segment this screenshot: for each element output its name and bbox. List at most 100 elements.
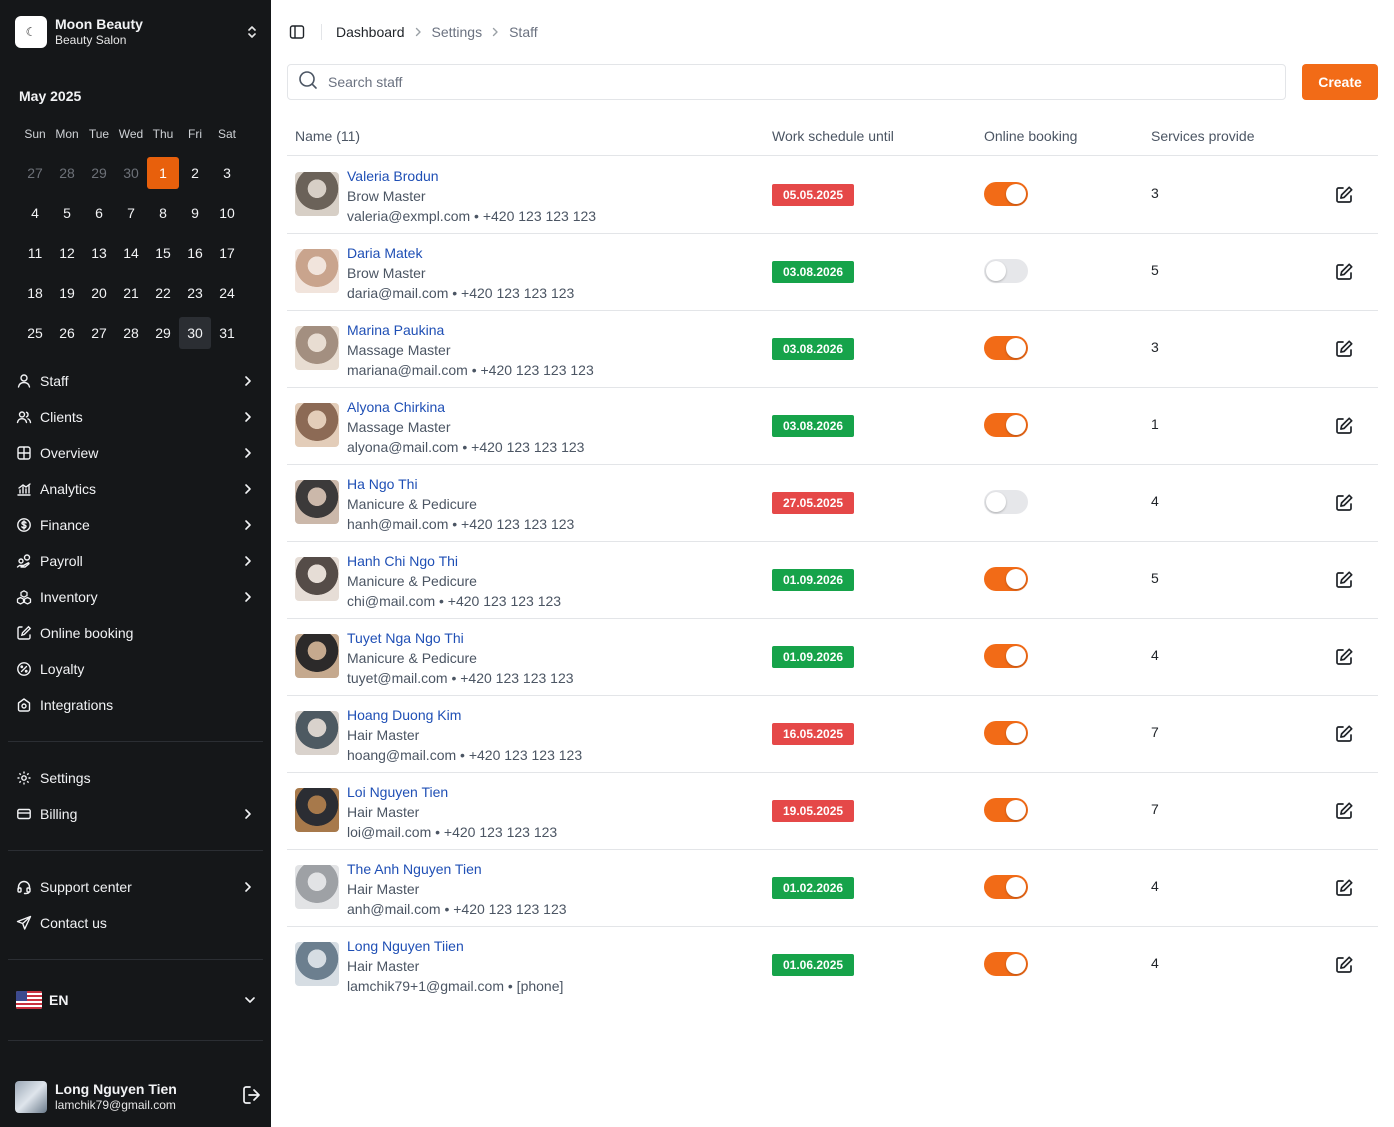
calendar-day[interactable]: 20 — [83, 277, 115, 309]
column-header-schedule[interactable]: Work schedule until — [772, 128, 894, 144]
online-booking-toggle[interactable] — [984, 798, 1028, 822]
column-header-online-booking[interactable]: Online booking — [984, 128, 1077, 144]
nav-item-settings[interactable]: Settings — [8, 760, 263, 796]
online-booking-toggle[interactable] — [984, 644, 1028, 668]
calendar-day[interactable]: 1 — [147, 157, 179, 189]
calendar-day[interactable]: 19 — [51, 277, 83, 309]
nav-item-support-center[interactable]: Support center — [8, 869, 263, 905]
staff-photo — [295, 942, 339, 986]
calendar-day[interactable]: 13 — [83, 237, 115, 269]
nav-item-online-booking[interactable]: Online booking — [8, 615, 263, 651]
edit-icon[interactable] — [1333, 800, 1355, 822]
brand-switcher[interactable]: ☾ Moon Beauty Beauty Salon — [15, 16, 260, 48]
calendar-day[interactable]: 30 — [179, 317, 211, 349]
online-booking-toggle[interactable] — [984, 952, 1028, 976]
calendar-day[interactable]: 18 — [19, 277, 51, 309]
staff-name-link[interactable]: Long Nguyen Tiien — [347, 936, 563, 956]
online-booking-toggle[interactable] — [984, 490, 1028, 514]
calendar-day[interactable]: 5 — [51, 197, 83, 229]
calendar-day[interactable]: 21 — [115, 277, 147, 309]
calendar-day[interactable]: 26 — [51, 317, 83, 349]
calendar-day[interactable]: 6 — [83, 197, 115, 229]
edit-icon[interactable] — [1333, 415, 1355, 437]
services-count: 5 — [1151, 262, 1159, 278]
edit-icon[interactable] — [1333, 492, 1355, 514]
online-booking-toggle[interactable] — [984, 413, 1028, 437]
staff-name-link[interactable]: Loi Nguyen Tien — [347, 782, 557, 802]
logout-icon[interactable] — [241, 1084, 263, 1111]
staff-name-link[interactable]: Daria Matek — [347, 243, 574, 263]
nav-item-staff[interactable]: Staff — [8, 363, 263, 399]
online-booking-toggle[interactable] — [984, 875, 1028, 899]
calendar-day[interactable]: 8 — [147, 197, 179, 229]
nav-item-contact-us[interactable]: Contact us — [8, 905, 263, 941]
calendar-day[interactable]: 10 — [211, 197, 243, 229]
breadcrumb-dashboard[interactable]: Dashboard — [336, 24, 405, 40]
staff-name-link[interactable]: Hanh Chi Ngo Thi — [347, 551, 561, 571]
edit-icon[interactable] — [1333, 723, 1355, 745]
online-booking-toggle[interactable] — [984, 567, 1028, 591]
nav-item-payroll[interactable]: Payroll — [8, 543, 263, 579]
calendar-day[interactable]: 25 — [19, 317, 51, 349]
edit-icon[interactable] — [1333, 569, 1355, 591]
staff-name-link[interactable]: Hoang Duong Kim — [347, 705, 582, 725]
breadcrumb-settings[interactable]: Settings — [432, 24, 483, 40]
calendar-day[interactable]: 7 — [115, 197, 147, 229]
nav-item-finance[interactable]: Finance — [8, 507, 263, 543]
edit-icon[interactable] — [1333, 184, 1355, 206]
calendar-day[interactable]: 23 — [179, 277, 211, 309]
staff-contact: hanh@mail.com • +420 123 123 123 — [347, 516, 575, 532]
staff-name-link[interactable]: Marina Paukina — [347, 320, 594, 340]
online-booking-toggle[interactable] — [984, 182, 1028, 206]
staff-name-link[interactable]: Ha Ngo Thi — [347, 474, 574, 494]
nav-item-billing[interactable]: Billing — [8, 796, 263, 832]
calendar-day[interactable]: 16 — [179, 237, 211, 269]
online-booking-toggle[interactable] — [984, 336, 1028, 360]
calendar-day[interactable]: 29 — [83, 157, 115, 189]
edit-icon[interactable] — [1333, 877, 1355, 899]
calendar-day[interactable]: 9 — [179, 197, 211, 229]
calendar-day[interactable]: 22 — [147, 277, 179, 309]
calendar-day[interactable]: 29 — [147, 317, 179, 349]
calendar-day[interactable]: 12 — [51, 237, 83, 269]
calendar-day[interactable]: 4 — [19, 197, 51, 229]
calendar-day[interactable]: 2 — [179, 157, 211, 189]
nav-item-inventory[interactable]: Inventory — [8, 579, 263, 615]
edit-icon[interactable] — [1333, 646, 1355, 668]
staff-name-link[interactable]: Tuyet Nga Ngo Thi — [347, 628, 574, 648]
online-booking-toggle[interactable] — [984, 721, 1028, 745]
staff-info: Loi Nguyen Tien Hair Master loi@mail.com •… — [347, 782, 557, 842]
calendar-day[interactable]: 27 — [19, 157, 51, 189]
calendar-day[interactable]: 17 — [211, 237, 243, 269]
nav-item-overview[interactable]: Overview — [8, 435, 263, 471]
chevrons-up-down-icon[interactable] — [244, 20, 260, 44]
edit-icon[interactable] — [1333, 261, 1355, 283]
nav-item-integrations[interactable]: Integrations — [8, 687, 263, 723]
column-header-services[interactable]: Services provide — [1151, 128, 1255, 144]
create-button[interactable]: Create — [1302, 64, 1378, 100]
calendar-day[interactable]: 3 — [211, 157, 243, 189]
edit-icon[interactable] — [1333, 954, 1355, 976]
calendar-week: 25 26 27 28 29 30 31 — [19, 317, 243, 357]
calendar-day[interactable]: 28 — [115, 317, 147, 349]
calendar-day[interactable]: 11 — [19, 237, 51, 269]
language-select[interactable]: EN — [16, 986, 256, 1014]
calendar-day[interactable]: 28 — [51, 157, 83, 189]
column-header-name[interactable]: Name (11) — [295, 128, 360, 144]
calendar-day[interactable]: 30 — [115, 157, 147, 189]
nav-item-loyalty[interactable]: Loyalty — [8, 651, 263, 687]
calendar-day[interactable]: 31 — [211, 317, 243, 349]
nav-item-analytics[interactable]: Analytics — [8, 471, 263, 507]
calendar-day[interactable]: 14 — [115, 237, 147, 269]
search-input[interactable] — [328, 74, 1228, 90]
calendar-day[interactable]: 27 — [83, 317, 115, 349]
sidebar-toggle-icon[interactable] — [287, 22, 307, 42]
nav-item-clients[interactable]: Clients — [8, 399, 263, 435]
staff-name-link[interactable]: Valeria Brodun — [347, 166, 596, 186]
staff-name-link[interactable]: The Anh Nguyen Tien — [347, 859, 567, 879]
online-booking-toggle[interactable] — [984, 259, 1028, 283]
calendar-day[interactable]: 24 — [211, 277, 243, 309]
edit-icon[interactable] — [1333, 338, 1355, 360]
staff-name-link[interactable]: Alyona Chirkina — [347, 397, 584, 417]
calendar-day[interactable]: 15 — [147, 237, 179, 269]
